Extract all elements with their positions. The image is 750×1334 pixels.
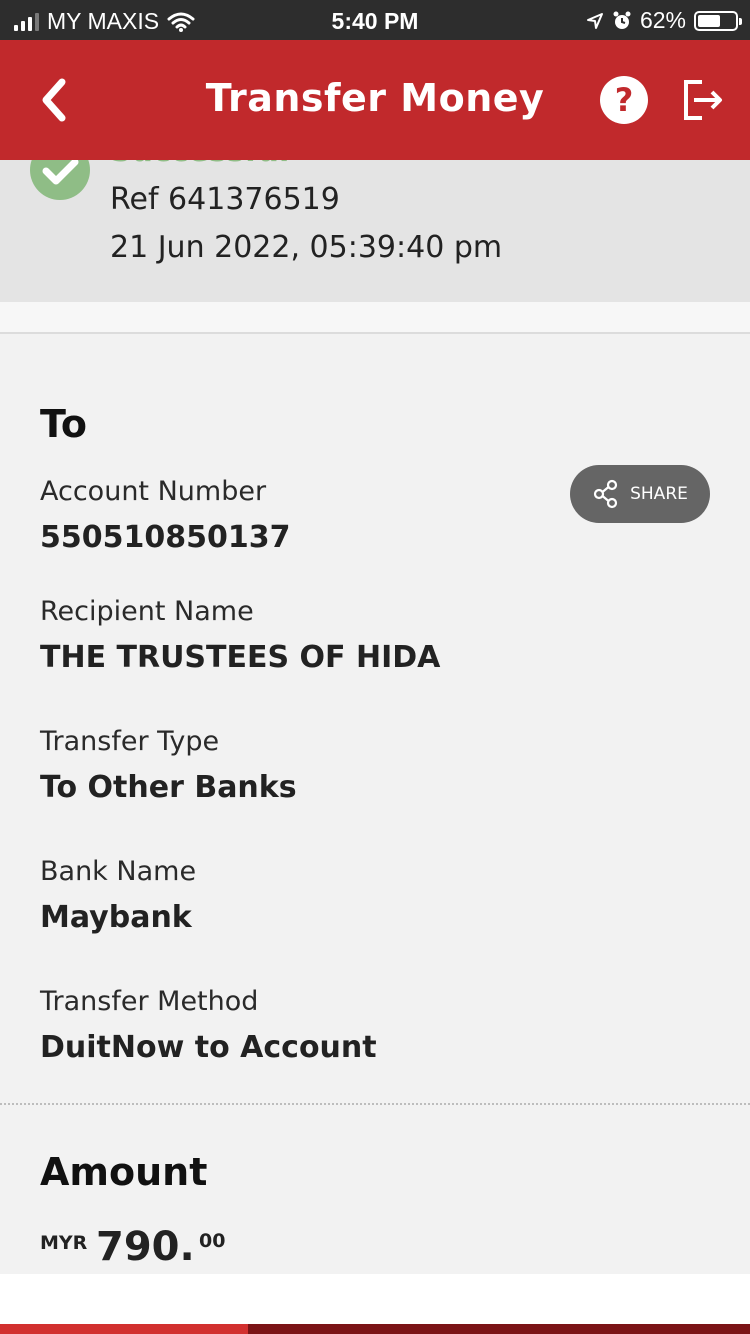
- bank-name-label: Bank Name: [40, 856, 197, 887]
- transfer-type-label: Transfer Type: [40, 726, 220, 757]
- battery-fill: [698, 14, 721, 27]
- share-button[interactable]: SHARE: [570, 465, 710, 523]
- amount-whole: 790.: [96, 1224, 195, 1270]
- alarm-icon: [613, 11, 631, 29]
- transaction-datetime: 21 Jun 2022, 05:39:40 pm: [110, 230, 503, 265]
- help-button[interactable]: ?: [600, 76, 648, 124]
- share-icon: [594, 479, 618, 509]
- dotted-divider: [0, 1103, 750, 1105]
- section-divider: [0, 302, 750, 334]
- amount-heading: Amount: [40, 1150, 208, 1194]
- logout-button[interactable]: [678, 76, 726, 124]
- amount-cents: 00: [199, 1230, 226, 1252]
- status-label: Successful: [110, 160, 289, 169]
- app-header: Transfer Money ?: [0, 40, 750, 160]
- success-check-icon: [30, 160, 90, 200]
- account-number-value: 550510850137: [40, 520, 291, 555]
- logout-icon: [684, 80, 722, 120]
- battery-percent: 62%: [639, 7, 686, 33]
- to-heading: To: [40, 402, 87, 446]
- footer-area: [0, 1274, 750, 1324]
- recipient-name-label: Recipient Name: [40, 596, 254, 627]
- recipient-name-value: THE TRUSTEES OF HIDA: [40, 640, 441, 675]
- share-label: SHARE: [630, 484, 688, 504]
- bank-name-value: Maybank: [40, 900, 192, 935]
- bottom-progress-fill: [0, 1324, 248, 1334]
- amount-currency: MYR: [40, 1232, 88, 1254]
- transfer-method-label: Transfer Method: [40, 986, 259, 1017]
- bottom-progress-bar: [0, 1324, 750, 1334]
- location-arrow-icon: [586, 12, 603, 29]
- transfer-method-value: DuitNow to Account: [40, 1030, 377, 1065]
- battery-icon: [694, 10, 742, 31]
- status-bar: MY MAXIS 5:40 PM 62%: [0, 0, 750, 40]
- reference-number: Ref 641376519: [110, 182, 340, 217]
- transfer-type-value: To Other Banks: [40, 770, 297, 805]
- transaction-status-panel: Successful Ref 641376519 21 Jun 2022, 05…: [0, 160, 750, 302]
- account-number-label: Account Number: [40, 476, 267, 507]
- status-right: 62%: [586, 7, 742, 34]
